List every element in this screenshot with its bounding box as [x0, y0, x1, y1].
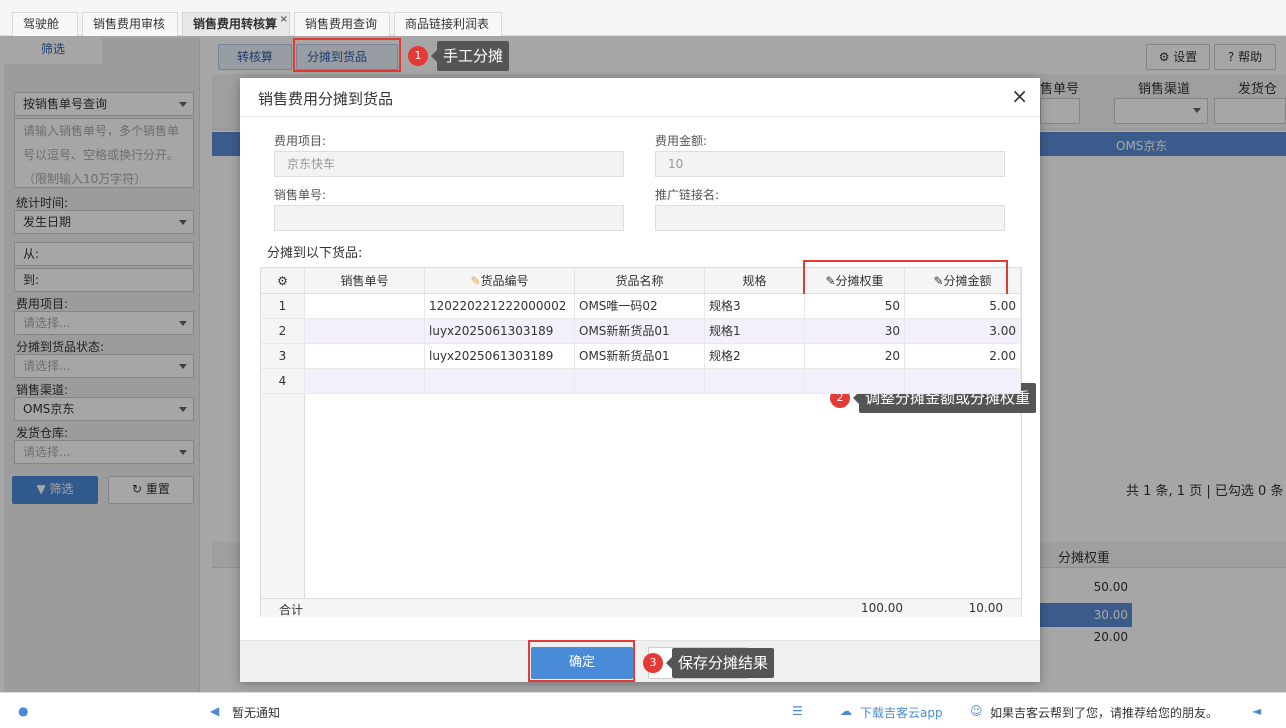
grid-footer: 合计 100.00 10.00: [261, 598, 1021, 617]
fee-amount-field: 10: [655, 151, 1005, 177]
grid-cell-amount[interactable]: 5.00: [905, 294, 1021, 319]
grid-cell-amount[interactable]: 3.00: [905, 319, 1021, 344]
tab-cockpit[interactable]: 驾驶舱: [12, 12, 78, 36]
tab-sales-fee-accounting[interactable]: 销售费用转核算 ×: [182, 12, 290, 36]
fee-item-field: 京东快车: [274, 151, 624, 177]
grid-cell-code[interactable]: [425, 369, 575, 394]
row-number: 2: [261, 319, 305, 344]
grid-cell-amount[interactable]: 2.00: [905, 344, 1021, 369]
grid-cell-name: OMS新新货品01: [575, 344, 705, 369]
grid-cell-order: [305, 369, 425, 394]
recommend-text: 如果吉客云帮到了您，请推荐给您的朋友。: [990, 706, 1219, 720]
grid-cell-code[interactable]: luyx2025061303189: [425, 319, 575, 344]
col-spec: 规格: [705, 268, 805, 294]
grid-cell-name: OMS唯一码02: [575, 294, 705, 319]
grid-cell-order: [305, 344, 425, 369]
order-field: [274, 205, 624, 231]
grid-settings-icon[interactable]: ⚙: [261, 268, 305, 294]
row-number: 3: [261, 344, 305, 369]
row-number: 1: [261, 294, 305, 319]
dialog-footer: 确定: [240, 640, 1040, 682]
status-bar: ● ◀ 暂无通知 ☰ ☁ 下载吉客云app ☺ 如果吉客云帮到了您，请推荐给您的…: [0, 692, 1286, 728]
step-badge: 3: [643, 653, 663, 673]
dialog-title: 销售费用分摊到货品: [258, 90, 394, 108]
tab-sales-fee-review[interactable]: 销售费用审核: [82, 12, 178, 36]
col-code: ✎货品编号: [425, 268, 575, 294]
grid-cell-weight[interactable]: 50: [805, 294, 905, 319]
fee-item-label: 费用项目:: [274, 134, 327, 148]
total-label: 合计: [279, 603, 304, 617]
notice-text[interactable]: 暂无通知: [232, 704, 280, 721]
highlight-box: [293, 38, 401, 72]
close-icon[interactable]: ×: [1011, 84, 1028, 108]
tab-close-icon[interactable]: ×: [280, 9, 288, 31]
grid-cell-spec: [705, 369, 805, 394]
grid-cell-weight[interactable]: 20: [805, 344, 905, 369]
user-icon[interactable]: ●: [18, 704, 28, 718]
divider: [240, 116, 1040, 117]
col-order: 销售单号: [305, 268, 425, 294]
megaphone-icon: ◀: [210, 704, 220, 718]
section-label: 分摊到以下货品:: [267, 246, 363, 261]
grid-cell-name: [575, 369, 705, 394]
grid-cell-weight[interactable]: 30: [805, 319, 905, 344]
grid-cell-order: [305, 294, 425, 319]
alloc-grid: ⚙ 销售单号 ✎货品编号 货品名称 规格 ✎分摊权重 ✎分摊金额 1 120220…: [260, 267, 1022, 617]
grid-cell-order: [305, 319, 425, 344]
grid-cell-spec: 规格3: [705, 294, 805, 319]
smile-icon: ☺: [970, 704, 983, 718]
total-amount: 10.00: [968, 601, 1003, 615]
grid-cell-code[interactable]: luyx2025061303189: [425, 344, 575, 369]
total-weight: 100.00: [861, 601, 903, 615]
download-app-link[interactable]: 下载吉客云app: [860, 704, 943, 721]
alloc-dialog: 销售费用分摊到货品 × 费用项目: 京东快车 费用金额: 10 销售单号: 推广…: [240, 78, 1040, 682]
grid-cell-spec: 规格1: [705, 319, 805, 344]
tab-sales-fee-query[interactable]: 销售费用查询: [294, 12, 390, 36]
promo-label: 推广链接名:: [655, 188, 720, 202]
promo-field: [655, 205, 1005, 231]
grid-cell-spec: 规格2: [705, 344, 805, 369]
step-badge: 1: [408, 46, 428, 66]
tab-bar: 驾驶舱 销售费用审核 销售费用转核算 × 销售费用查询 商品链接利润表: [0, 0, 1286, 36]
row-number: 4: [261, 369, 305, 394]
fee-amount-label: 费用金额:: [655, 134, 708, 148]
grid-cell-code[interactable]: 120220221222000002: [425, 294, 575, 319]
grid-cell-name: OMS新新货品01: [575, 319, 705, 344]
tab-product-link-profit[interactable]: 商品链接利润表: [394, 12, 502, 36]
grid-cell-amount[interactable]: [905, 369, 1021, 394]
step-tooltip: 手工分摊: [430, 41, 510, 71]
highlight-box: [528, 640, 635, 682]
edit-icon: ✎: [470, 274, 481, 288]
col-name: 货品名称: [575, 268, 705, 294]
grid-cell-weight[interactable]: [805, 369, 905, 394]
order-label: 销售单号:: [274, 188, 327, 202]
cloud-download-icon: ☁: [840, 704, 852, 718]
list-icon[interactable]: ☰: [792, 704, 803, 718]
speaker-icon[interactable]: ◄: [1252, 704, 1261, 718]
step-tooltip: 保存分摊结果: [665, 648, 775, 678]
